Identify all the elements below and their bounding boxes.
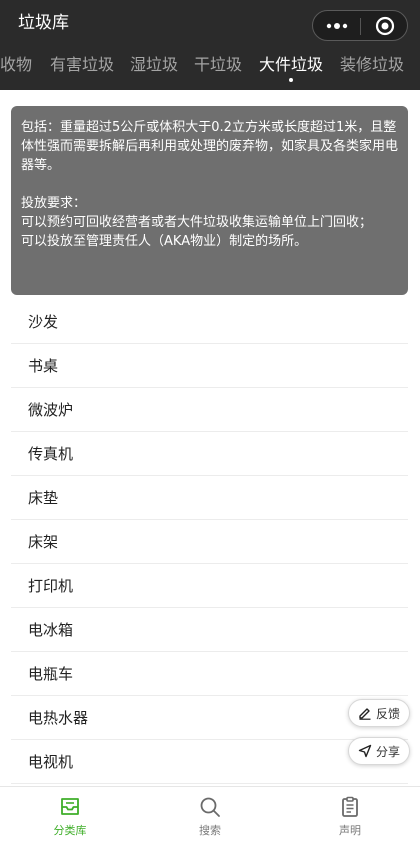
tabbar-item-statement[interactable]: 声明 bbox=[280, 787, 420, 843]
list-item[interactable]: 电瓶车 bbox=[11, 652, 408, 696]
tabbar-label-statement: 声明 bbox=[339, 824, 361, 837]
page-title: 垃圾库 bbox=[18, 13, 69, 33]
top-navigation-bar: 垃圾库 bbox=[0, 0, 420, 46]
more-button[interactable] bbox=[313, 11, 360, 40]
list-item[interactable]: 书桌 bbox=[11, 344, 408, 388]
tab-recyclable[interactable]: 收物 bbox=[0, 54, 32, 84]
inbox-tray-icon bbox=[61, 798, 79, 815]
bottom-tab-bar: 分类库 搜索 声明 bbox=[0, 786, 420, 843]
tab-hazardous[interactable]: 有害垃圾 bbox=[50, 54, 114, 84]
list-item[interactable]: 电冰箱 bbox=[11, 608, 408, 652]
list-item[interactable]: 微波炉 bbox=[11, 388, 408, 432]
tabbar-label-library: 分类库 bbox=[53, 824, 87, 837]
tabbar-item-search[interactable]: 搜索 bbox=[140, 787, 280, 843]
edit-pencil-icon bbox=[359, 708, 371, 720]
active-tab-indicator bbox=[289, 78, 293, 82]
list-item[interactable]: 沙发 bbox=[11, 300, 408, 344]
more-dots-icon bbox=[326, 22, 347, 29]
list-item[interactable]: 传真机 bbox=[11, 432, 408, 476]
tabbar-label-search: 搜索 bbox=[199, 824, 221, 837]
list-item[interactable]: 打印机 bbox=[11, 564, 408, 608]
feedback-button[interactable]: 反馈 bbox=[348, 699, 410, 727]
clipboard-icon bbox=[342, 796, 358, 817]
target-circle-icon bbox=[375, 16, 394, 35]
search-icon bbox=[200, 797, 220, 817]
tab-renovation[interactable]: 装修垃圾 bbox=[340, 54, 404, 84]
list-item[interactable]: 床架 bbox=[11, 520, 408, 564]
feedback-label: 反馈 bbox=[375, 706, 400, 721]
requirement-title: 投放要求： bbox=[21, 196, 87, 211]
tab-dry[interactable]: 干垃圾 bbox=[194, 54, 242, 84]
category-tabs: 收物 有害垃圾 湿垃圾 干垃圾 大件垃圾 装修垃圾 bbox=[0, 46, 420, 90]
send-arrow-icon bbox=[358, 744, 372, 758]
category-description-card: 包括：重量超过5公斤或体积大于0.2立方米或长度超过1米，且整体性强而需要拆解后… bbox=[11, 106, 408, 295]
share-label: 分享 bbox=[375, 744, 400, 759]
share-button[interactable]: 分享 bbox=[348, 737, 410, 765]
requirement-line-1: 可以预约可回收经营者或者大件垃圾收集运输单位上门回收； bbox=[21, 215, 373, 230]
description-text: 包括：重量超过5公斤或体积大于0.2立方米或长度超过1米，且整体性强而需要拆解后… bbox=[21, 120, 399, 173]
tab-wet[interactable]: 湿垃圾 bbox=[130, 54, 178, 84]
requirement-line-2: 可以投放至管理责任人（AKA物业）制定的场所。 bbox=[21, 234, 308, 249]
tabbar-item-library[interactable]: 分类库 bbox=[0, 787, 140, 843]
mini-program-capsule bbox=[312, 10, 408, 41]
close-button[interactable] bbox=[361, 11, 408, 40]
list-item[interactable]: 床垫 bbox=[11, 476, 408, 520]
